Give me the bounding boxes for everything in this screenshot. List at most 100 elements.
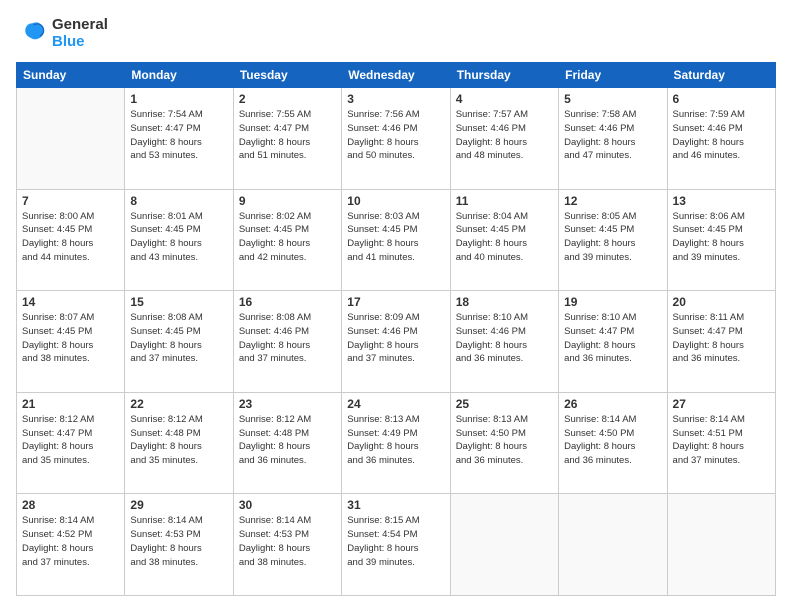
day-info: Sunrise: 7:59 AM Sunset: 4:46 PM Dayligh… <box>673 108 770 163</box>
day-info: Sunrise: 8:10 AM Sunset: 4:46 PM Dayligh… <box>456 311 553 366</box>
calendar-cell: 26 Sunrise: 8:14 AM Sunset: 4:50 PM Dayli… <box>559 392 667 494</box>
day-number: 3 <box>347 92 444 106</box>
day-number: 2 <box>239 92 336 106</box>
calendar-cell <box>17 88 125 190</box>
calendar-cell: 3 Sunrise: 7:56 AM Sunset: 4:46 PM Daylig… <box>342 88 450 190</box>
day-header-sunday: Sunday <box>17 63 125 88</box>
day-info: Sunrise: 7:54 AM Sunset: 4:47 PM Dayligh… <box>130 108 227 163</box>
week-row-1: 7 Sunrise: 8:00 AM Sunset: 4:45 PM Daylig… <box>17 189 776 291</box>
day-info: Sunrise: 8:14 AM Sunset: 4:51 PM Dayligh… <box>673 413 770 468</box>
day-info: Sunrise: 8:02 AM Sunset: 4:45 PM Dayligh… <box>239 210 336 265</box>
calendar-cell: 15 Sunrise: 8:08 AM Sunset: 4:45 PM Dayli… <box>125 291 233 393</box>
day-info: Sunrise: 7:57 AM Sunset: 4:46 PM Dayligh… <box>456 108 553 163</box>
calendar-cell: 25Sunrise: 8:13 AM Sunset: 4:50 PM Dayli… <box>450 392 558 494</box>
calendar-cell <box>667 494 775 596</box>
day-info: Sunrise: 8:13 AM Sunset: 4:50 PM Dayligh… <box>456 413 553 468</box>
day-number: 10 <box>347 194 444 208</box>
logo-icon <box>16 17 48 49</box>
calendar-cell: 13 Sunrise: 8:06 AM Sunset: 4:45 PM Dayli… <box>667 189 775 291</box>
day-number: 9 <box>239 194 336 208</box>
calendar-cell: 20 Sunrise: 8:11 AM Sunset: 4:47 PM Dayli… <box>667 291 775 393</box>
day-header-saturday: Saturday <box>667 63 775 88</box>
day-info: Sunrise: 8:05 AM Sunset: 4:45 PM Dayligh… <box>564 210 661 265</box>
day-number: 21 <box>22 397 119 411</box>
calendar-cell: 27 Sunrise: 8:14 AM Sunset: 4:51 PM Dayli… <box>667 392 775 494</box>
calendar-cell: 12 Sunrise: 8:05 AM Sunset: 4:45 PM Dayli… <box>559 189 667 291</box>
day-number: 4 <box>456 92 553 106</box>
calendar-cell: 7 Sunrise: 8:00 AM Sunset: 4:45 PM Daylig… <box>17 189 125 291</box>
calendar-cell: 11Sunrise: 8:04 AM Sunset: 4:45 PM Dayli… <box>450 189 558 291</box>
calendar-header-row: SundayMondayTuesdayWednesdayThursdayFrid… <box>17 63 776 88</box>
calendar-cell: 2 Sunrise: 7:55 AM Sunset: 4:47 PM Daylig… <box>233 88 341 190</box>
day-number: 16 <box>239 295 336 309</box>
day-header-thursday: Thursday <box>450 63 558 88</box>
calendar-cell: 5 Sunrise: 7:58 AM Sunset: 4:46 PM Daylig… <box>559 88 667 190</box>
calendar-cell: 28 Sunrise: 8:14 AM Sunset: 4:52 PM Dayli… <box>17 494 125 596</box>
calendar-cell: 19 Sunrise: 8:10 AM Sunset: 4:47 PM Dayli… <box>559 291 667 393</box>
day-number: 19 <box>564 295 661 309</box>
day-info: Sunrise: 8:10 AM Sunset: 4:47 PM Dayligh… <box>564 311 661 366</box>
week-row-4: 28 Sunrise: 8:14 AM Sunset: 4:52 PM Dayli… <box>17 494 776 596</box>
day-info: Sunrise: 7:55 AM Sunset: 4:47 PM Dayligh… <box>239 108 336 163</box>
header: General Blue <box>16 16 776 50</box>
day-header-monday: Monday <box>125 63 233 88</box>
day-number: 28 <box>22 498 119 512</box>
calendar-cell: 6Sunrise: 7:59 AM Sunset: 4:46 PM Daylig… <box>667 88 775 190</box>
day-info: Sunrise: 8:08 AM Sunset: 4:45 PM Dayligh… <box>130 311 227 366</box>
day-info: Sunrise: 8:15 AM Sunset: 4:54 PM Dayligh… <box>347 514 444 569</box>
day-info: Sunrise: 8:13 AM Sunset: 4:49 PM Dayligh… <box>347 413 444 468</box>
day-info: Sunrise: 8:00 AM Sunset: 4:45 PM Dayligh… <box>22 210 119 265</box>
calendar-cell: 9 Sunrise: 8:02 AM Sunset: 4:45 PM Daylig… <box>233 189 341 291</box>
day-info: Sunrise: 8:04 AM Sunset: 4:45 PM Dayligh… <box>456 210 553 265</box>
day-number: 23 <box>239 397 336 411</box>
calendar-cell: 10 Sunrise: 8:03 AM Sunset: 4:45 PM Dayli… <box>342 189 450 291</box>
calendar-cell: 21 Sunrise: 8:12 AM Sunset: 4:47 PM Dayli… <box>17 392 125 494</box>
calendar-cell: 8 Sunrise: 8:01 AM Sunset: 4:45 PM Daylig… <box>125 189 233 291</box>
day-number: 18 <box>456 295 553 309</box>
day-info: Sunrise: 8:03 AM Sunset: 4:45 PM Dayligh… <box>347 210 444 265</box>
day-number: 13 <box>673 194 770 208</box>
day-number: 14 <box>22 295 119 309</box>
calendar-cell: 18 Sunrise: 8:10 AM Sunset: 4:46 PM Dayli… <box>450 291 558 393</box>
calendar-cell <box>450 494 558 596</box>
calendar-cell: 4 Sunrise: 7:57 AM Sunset: 4:46 PM Daylig… <box>450 88 558 190</box>
day-info: Sunrise: 8:12 AM Sunset: 4:48 PM Dayligh… <box>239 413 336 468</box>
day-number: 7 <box>22 194 119 208</box>
calendar-cell: 16Sunrise: 8:08 AM Sunset: 4:46 PM Dayli… <box>233 291 341 393</box>
logo: General Blue <box>16 16 108 50</box>
calendar-cell: 1 Sunrise: 7:54 AM Sunset: 4:47 PM Daylig… <box>125 88 233 190</box>
day-number: 8 <box>130 194 227 208</box>
day-number: 5 <box>564 92 661 106</box>
calendar-cell: 23 Sunrise: 8:12 AM Sunset: 4:48 PM Dayli… <box>233 392 341 494</box>
page: General Blue SundayMondayTuesdayWednesda… <box>0 0 792 612</box>
day-header-friday: Friday <box>559 63 667 88</box>
day-number: 1 <box>130 92 227 106</box>
calendar-cell: 29Sunrise: 8:14 AM Sunset: 4:53 PM Dayli… <box>125 494 233 596</box>
day-number: 27 <box>673 397 770 411</box>
day-info: Sunrise: 8:06 AM Sunset: 4:45 PM Dayligh… <box>673 210 770 265</box>
day-info: Sunrise: 8:07 AM Sunset: 4:45 PM Dayligh… <box>22 311 119 366</box>
day-number: 20 <box>673 295 770 309</box>
day-number: 22 <box>130 397 227 411</box>
day-info: Sunrise: 7:56 AM Sunset: 4:46 PM Dayligh… <box>347 108 444 163</box>
day-info: Sunrise: 8:14 AM Sunset: 4:52 PM Dayligh… <box>22 514 119 569</box>
day-info: Sunrise: 8:12 AM Sunset: 4:48 PM Dayligh… <box>130 413 227 468</box>
calendar-cell: 17Sunrise: 8:09 AM Sunset: 4:46 PM Dayli… <box>342 291 450 393</box>
day-info: Sunrise: 7:58 AM Sunset: 4:46 PM Dayligh… <box>564 108 661 163</box>
day-number: 12 <box>564 194 661 208</box>
calendar-cell: 22 Sunrise: 8:12 AM Sunset: 4:48 PM Dayli… <box>125 392 233 494</box>
day-number: 30 <box>239 498 336 512</box>
day-info: Sunrise: 8:14 AM Sunset: 4:53 PM Dayligh… <box>130 514 227 569</box>
day-info: Sunrise: 8:09 AM Sunset: 4:46 PM Dayligh… <box>347 311 444 366</box>
day-info: Sunrise: 8:11 AM Sunset: 4:47 PM Dayligh… <box>673 311 770 366</box>
day-info: Sunrise: 8:12 AM Sunset: 4:47 PM Dayligh… <box>22 413 119 468</box>
day-number: 26 <box>564 397 661 411</box>
day-info: Sunrise: 8:14 AM Sunset: 4:50 PM Dayligh… <box>564 413 661 468</box>
day-number: 15 <box>130 295 227 309</box>
day-info: Sunrise: 8:14 AM Sunset: 4:53 PM Dayligh… <box>239 514 336 569</box>
calendar-cell: 31Sunrise: 8:15 AM Sunset: 4:54 PM Dayli… <box>342 494 450 596</box>
logo-text: General Blue <box>52 16 108 50</box>
calendar-cell: 30 Sunrise: 8:14 AM Sunset: 4:53 PM Dayli… <box>233 494 341 596</box>
day-info: Sunrise: 8:01 AM Sunset: 4:45 PM Dayligh… <box>130 210 227 265</box>
day-header-wednesday: Wednesday <box>342 63 450 88</box>
